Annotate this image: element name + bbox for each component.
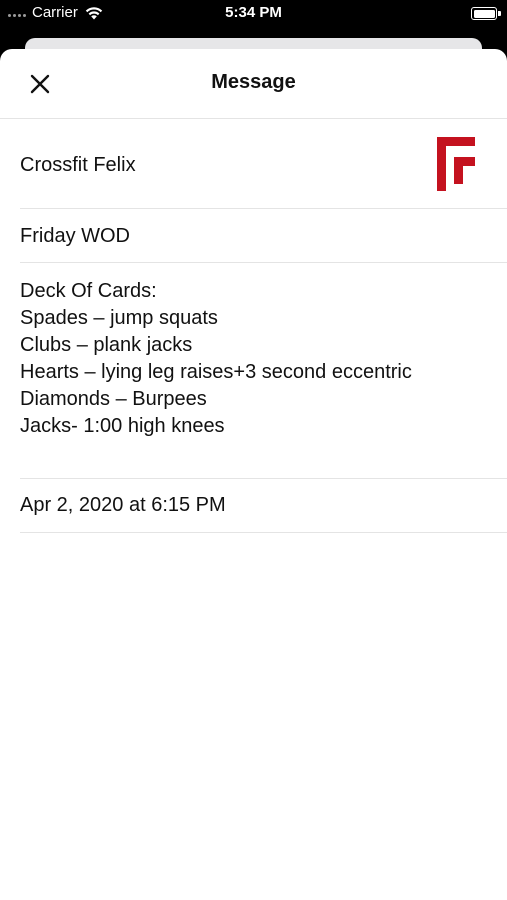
message-date: Apr 2, 2020 at 6:15 PM (20, 494, 226, 516)
nav-bar: Message (0, 49, 507, 119)
subject-row: Friday WOD (20, 209, 507, 263)
sender-name: Crossfit Felix (20, 154, 136, 176)
date-row: Apr 2, 2020 at 6:15 PM (20, 479, 507, 533)
message-subject: Friday WOD (20, 225, 130, 247)
body-line: Hearts – lying leg raises+3 second eccen… (20, 361, 412, 383)
page-title: Message (211, 71, 296, 93)
status-bar: Carrier 5:34 PM (0, 0, 507, 28)
body-line: Spades – jump squats (20, 307, 218, 329)
battery-cap (498, 11, 501, 16)
message-sheet: Message Crossfit Felix Friday WOD Deck O… (0, 49, 507, 900)
body-line: Diamonds – Burpees (20, 388, 207, 410)
status-time: 5:34 PM (225, 4, 282, 21)
battery-icon (471, 7, 497, 20)
body-row: Deck Of Cards: Spades – jump squats Club… (20, 263, 507, 479)
body-line: Clubs – plank jacks (20, 334, 193, 356)
sender-row: Crossfit Felix (20, 119, 507, 209)
message-body: Deck Of Cards: Spades – jump squats Club… (20, 278, 412, 440)
body-line: Jacks- 1:00 high knees (20, 415, 225, 437)
crossfit-felix-logo (437, 137, 475, 191)
body-line: Deck Of Cards: (20, 280, 157, 302)
